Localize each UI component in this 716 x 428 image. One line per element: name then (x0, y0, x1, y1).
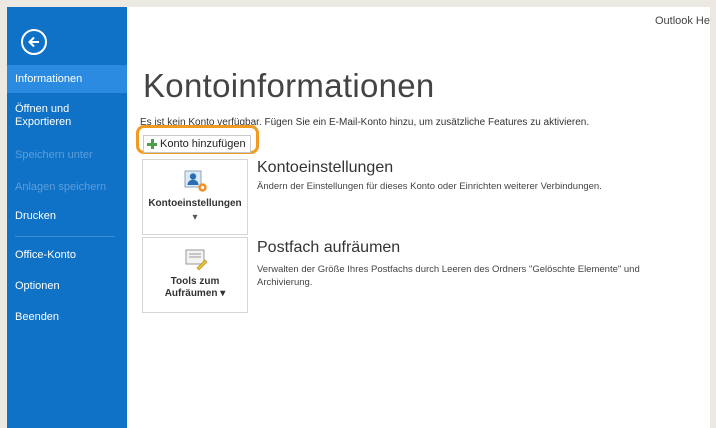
sidebar-item-anlagen-speichern[interactable]: Anlagen speichern (7, 181, 127, 194)
add-account-label: Konto hinzufügen (160, 138, 246, 150)
mailbox-cleanup-heading: Postfach aufräumen (257, 239, 401, 256)
backstage-window: Informationen Öffnen und Exportieren Spe… (7, 7, 710, 428)
account-settings-tile-label: Kontoeinstellungen (148, 198, 242, 209)
chevron-down-icon: ▾ (192, 212, 198, 223)
sidebar-item-optionen[interactable]: Optionen (7, 280, 127, 293)
sidebar-divider (15, 236, 115, 237)
sidebar-item-beenden[interactable]: Beenden (7, 311, 127, 324)
mailbox-cleanup-description: Verwalten der Größe Ihres Postfachs durc… (257, 264, 640, 288)
account-settings-tile[interactable]: Kontoeinstellungen ▾ (142, 159, 248, 235)
sidebar-item-drucken[interactable]: Drucken (7, 210, 127, 223)
mailbox-cleanup-icon (185, 249, 208, 271)
cleanup-tools-tile[interactable]: Tools zum Aufräumen ▾ (142, 237, 248, 313)
plus-icon (147, 139, 157, 149)
sidebar-item-oeffnen-exportieren[interactable]: Öffnen und Exportieren (7, 103, 127, 129)
account-settings-description: Ändern der Einstellungen für dieses Kont… (257, 181, 602, 192)
back-button[interactable] (21, 29, 47, 55)
add-account-button[interactable]: Konto hinzufügen (143, 135, 251, 153)
backstage-sidebar: Informationen Öffnen und Exportieren Spe… (7, 7, 127, 428)
main-content: Outlook He Kontoinformationen Es ist kei… (127, 7, 710, 428)
page-title: Kontoinformationen (143, 67, 435, 104)
sidebar-item-informationen[interactable]: Informationen (7, 65, 127, 93)
account-settings-icon (184, 170, 207, 192)
cleanup-tools-tile-label: Tools zum Aufräumen ▾ (164, 276, 226, 299)
arrow-left-icon (28, 36, 39, 48)
account-user-label: Outlook He (654, 15, 710, 27)
sidebar-item-office-konto[interactable]: Office-Konto (7, 249, 127, 262)
account-settings-heading: Kontoeinstellungen (257, 159, 394, 176)
sidebar-item-speichern-unter[interactable]: Speichern unter (7, 149, 127, 162)
